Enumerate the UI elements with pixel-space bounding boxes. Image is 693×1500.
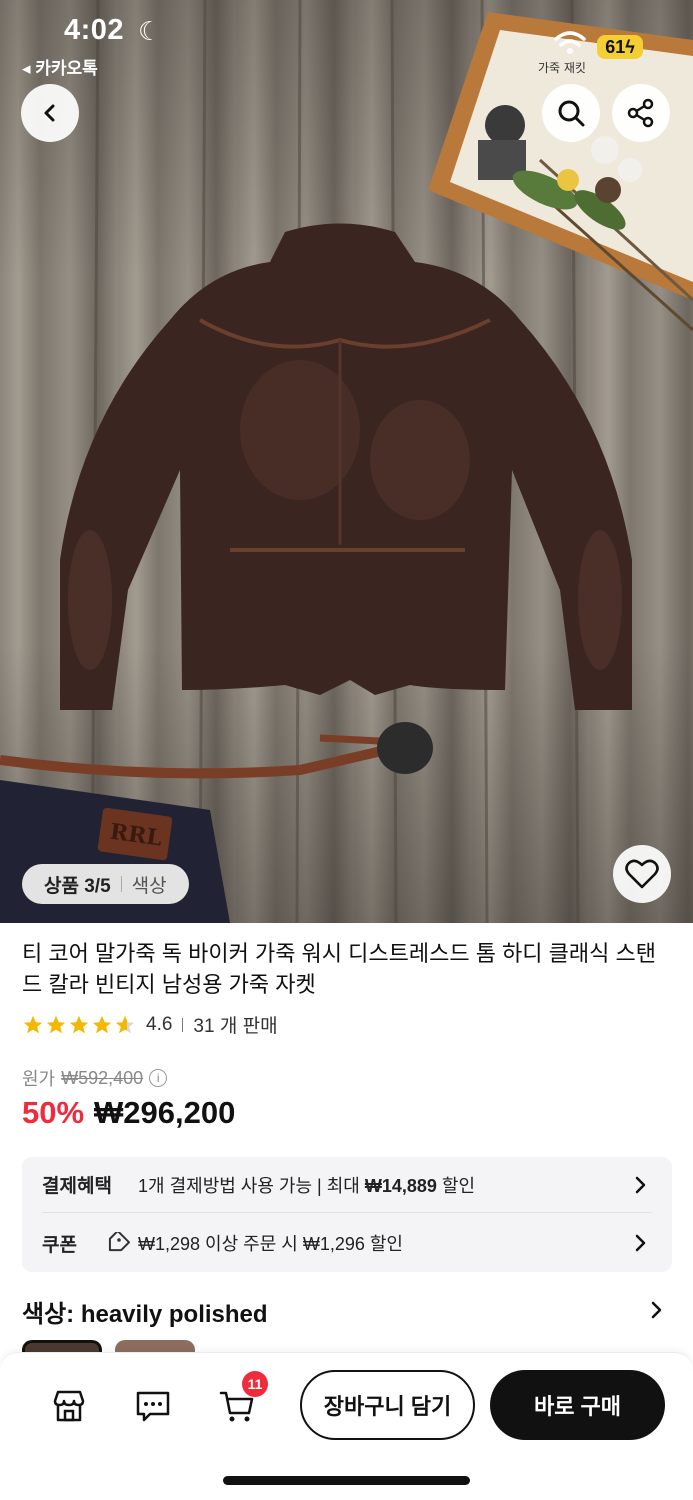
- share-button[interactable]: [612, 84, 670, 142]
- star-half-icon: [115, 1015, 135, 1033]
- sold-count: 31 개 판매: [193, 1016, 278, 1037]
- info-icon[interactable]: i: [149, 1069, 168, 1087]
- wishlist-button[interactable]: [613, 845, 671, 903]
- cart-count-badge: 11: [242, 1371, 268, 1397]
- back-button[interactable]: [21, 84, 79, 142]
- rating-stars: [22, 1014, 136, 1036]
- price-row: 50% ₩296,200: [22, 1095, 235, 1131]
- chevron-left-icon: [44, 104, 55, 122]
- chat-button[interactable]: [130, 1383, 176, 1429]
- chevron-right-icon: [635, 1234, 646, 1252]
- battery-indicator: 61ϟ: [597, 35, 643, 59]
- search-button[interactable]: [542, 84, 600, 142]
- moon-icon: ☾: [138, 16, 162, 46]
- chat-icon: [136, 1391, 170, 1422]
- back-to-app-link[interactable]: ◂ 카카오톡: [22, 54, 98, 79]
- search-icon: [558, 100, 585, 127]
- benefits-box: 결제혜택 1개 결제방법 사용 가능 | 최대 ₩14,889 할인 쿠폰 ₩1…: [22, 1157, 672, 1272]
- home-indicator: [223, 1476, 470, 1485]
- status-bar: 4:02 ☾ ◂ 카카오톡 61ϟ: [0, 0, 693, 78]
- original-price-row: 원가 ₩592,400 i: [22, 1065, 168, 1091]
- product-title: 티 코어 말가죽 독 바이커 가죽 워시 디스트레스드 톰 하디 클래식 스탠드…: [22, 941, 656, 997]
- star-icon: [46, 1015, 66, 1033]
- svg-text:가죽 재킷: 가죽 재킷: [538, 61, 586, 75]
- discount-rate: 50%: [22, 1095, 85, 1130]
- add-to-cart-button[interactable]: 장바구니 담기: [300, 1370, 475, 1440]
- original-price-label: 원가: [22, 1069, 56, 1089]
- jacket-shape: [60, 223, 632, 710]
- image-counter-label: 색상: [131, 875, 167, 897]
- coupon-tag-icon: [108, 1232, 130, 1252]
- store-button[interactable]: [46, 1383, 92, 1429]
- coupon-row[interactable]: 쿠폰 ₩1,298 이상 주문 시 ₩1,296 할인: [42, 1215, 652, 1271]
- product-image[interactable]: 가죽 재킷 RRL 4:02 ☾ ◂ 카카오톡 61ϟ 상품 3/5 색상: [0, 0, 693, 923]
- coupon-key: 쿠폰: [42, 1234, 77, 1256]
- payment-benefit-key: 결제혜택: [42, 1176, 112, 1197]
- store-icon: [53, 1390, 85, 1422]
- color-option-label: 색상: heavily polished: [22, 1301, 268, 1328]
- chevron-right-icon: [635, 1176, 646, 1194]
- counter-divider: [120, 876, 122, 892]
- star-icon: [69, 1015, 89, 1033]
- payment-benefit-row[interactable]: 결제혜택 1개 결제방법 사용 가능 | 최대 ₩14,889 할인: [42, 1157, 652, 1213]
- rating-row[interactable]: 4.6 31 개 판매: [22, 1011, 278, 1038]
- charging-icon: ϟ: [625, 37, 635, 57]
- image-counter: 상품 3/5 색상: [22, 864, 189, 904]
- image-counter-value: 상품 3/5: [44, 875, 111, 897]
- rating-value: 4.6: [146, 1013, 173, 1035]
- color-option-row[interactable]: 색상: heavily polished: [22, 1294, 672, 1329]
- cart-button[interactable]: 11: [214, 1371, 268, 1429]
- wifi-icon: [554, 31, 586, 54]
- original-price: ₩592,400: [61, 1067, 144, 1088]
- status-time: 4:02: [64, 14, 125, 46]
- buy-now-button[interactable]: 바로 구매: [490, 1370, 665, 1440]
- share-icon: [627, 98, 654, 128]
- star-icon: [92, 1015, 112, 1033]
- star-icon: [23, 1015, 43, 1033]
- sale-price: ₩296,200: [94, 1095, 236, 1130]
- coupon-text: ₩1,298 이상 주문 시 ₩1,296 할인: [138, 1234, 403, 1254]
- chevron-right-icon: [651, 1301, 662, 1319]
- rating-divider: [182, 1017, 184, 1032]
- heart-icon: [625, 859, 659, 889]
- payment-benefit-text: 1개 결제방법 사용 가능 | 최대 ₩14,889 할인: [138, 1175, 476, 1196]
- product-photo-art: 가죽 재킷 RRL: [0, 0, 693, 923]
